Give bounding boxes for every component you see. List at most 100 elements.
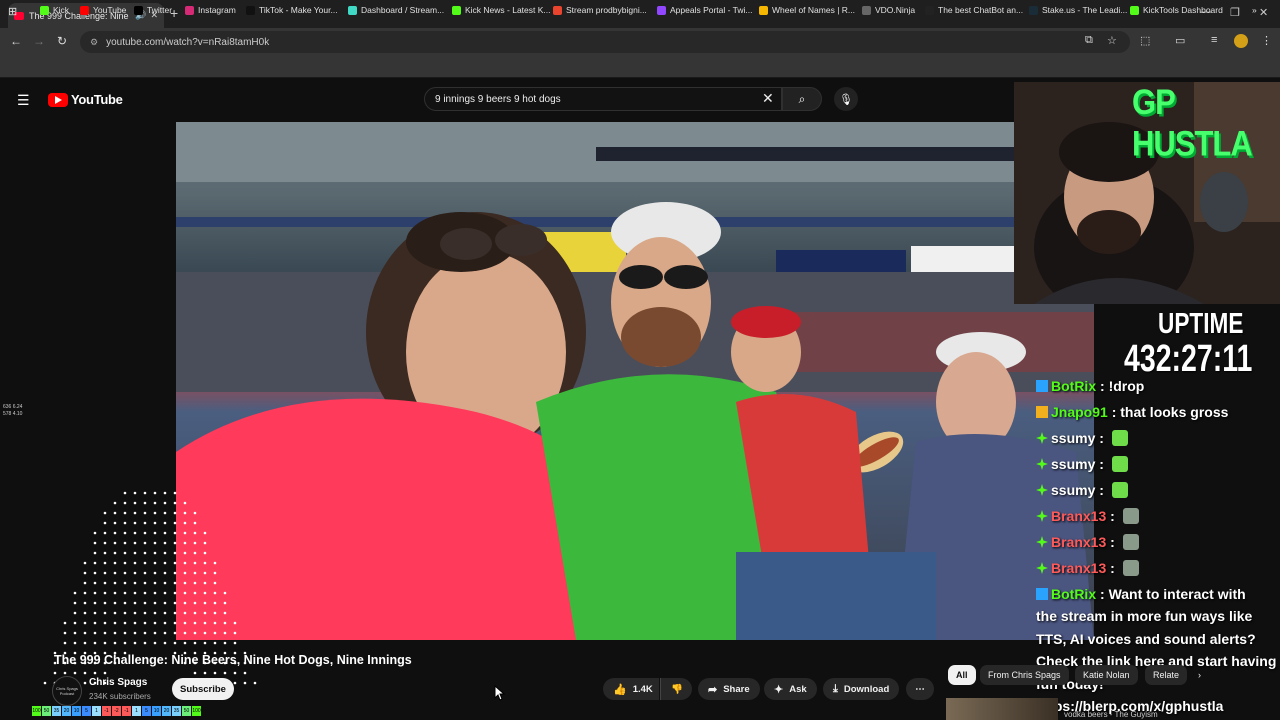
forward-icon[interactable]: →	[33, 34, 45, 48]
chat-badge-icon	[1036, 432, 1048, 444]
chat-badge-icon	[1036, 484, 1048, 496]
share-button[interactable]: ➦ Share	[698, 678, 760, 700]
channel-avatar[interactable]: Chris Spags Podcast	[52, 676, 82, 706]
chat-text: :	[1095, 456, 1108, 472]
address-input[interactable]: ⚙ youtube.com/watch?v=nRai8tamH0k	[80, 31, 1130, 53]
bookmark-item[interactable]: Kick	[40, 5, 69, 15]
related-video-title[interactable]: vodka beers - The Guyism	[1064, 710, 1158, 719]
bookmark-item[interactable]: VDO.Ninja	[862, 5, 915, 15]
bookmarks-overflow-icon[interactable]: »	[1252, 5, 1257, 15]
dot-mark	[63, 641, 67, 645]
dot-mark	[103, 571, 107, 575]
dot-mark	[213, 611, 217, 615]
dot-mark	[233, 681, 237, 685]
chat-text: :	[1095, 482, 1108, 498]
chat-text: :	[1095, 430, 1108, 446]
dot-mark	[163, 491, 167, 495]
subscribe-button[interactable]: Subscribe	[172, 678, 234, 700]
dot-mark	[123, 591, 127, 595]
bookmark-item[interactable]: YouTube	[80, 5, 126, 15]
voice-search-button[interactable]: 🎙	[834, 87, 858, 111]
youtube-logo[interactable]: YouTube	[48, 92, 123, 107]
cast-icon[interactable]: ▭	[1175, 34, 1185, 47]
bookmark-item[interactable]: Wheel of Names | R...	[759, 5, 855, 15]
dot-mark	[243, 671, 247, 675]
dot-mark	[143, 621, 147, 625]
bookmark-item[interactable]: Appeals Portal - Twi...	[657, 5, 753, 15]
dot-mark	[203, 641, 207, 645]
dot-mark	[133, 621, 137, 625]
apps-grid-icon[interactable]: ⊞	[8, 5, 17, 18]
related-video-thumbnail[interactable]	[946, 698, 1058, 720]
hamburger-menu-icon[interactable]: ☰	[17, 92, 30, 109]
dot-mark	[173, 561, 177, 565]
bookmark-label: YouTube	[93, 5, 127, 15]
bookmark-item[interactable]: KickTools Dashboard	[1130, 5, 1223, 15]
like-button[interactable]: 👍 1.4K	[603, 678, 659, 700]
media-icon[interactable]: ≡	[1211, 34, 1217, 46]
bookmark-item[interactable]: Instagram	[185, 5, 236, 15]
chat-badge-icon	[1036, 536, 1048, 548]
bookmark-item[interactable]: Stream prodbybigni...	[553, 5, 647, 15]
dot-mark	[133, 491, 137, 495]
channel-name[interactable]: Chris Spags	[89, 677, 147, 688]
dot-mark	[153, 521, 157, 525]
chip-from-channel[interactable]: From Chris Spags	[980, 665, 1069, 685]
dot-mark	[193, 671, 197, 675]
bookmark-item[interactable]: TikTok - Make Your...	[246, 5, 338, 15]
chip-katie-nolan[interactable]: Katie Nolan	[1075, 665, 1138, 685]
ask-button[interactable]: ✦ Ask	[764, 678, 817, 700]
dot-mark	[203, 621, 207, 625]
dot-mark	[113, 641, 117, 645]
dislike-button[interactable]: 👎	[660, 678, 692, 700]
install-icon[interactable]: ⧉	[1085, 34, 1093, 47]
dot-mark	[153, 641, 157, 645]
reload-icon[interactable]: ↻	[57, 34, 67, 48]
bookmark-item[interactable]: Dashboard / Stream...	[348, 5, 444, 15]
chip-related[interactable]: Relate	[1145, 665, 1188, 685]
bookmark-item[interactable]: Twitter	[134, 5, 172, 15]
dot-mark	[83, 631, 87, 635]
dot-mark	[183, 611, 187, 615]
counter-cell: 10	[72, 706, 81, 716]
extensions-icon[interactable]: ⬚	[1140, 34, 1150, 47]
bookmark-item[interactable]: Kick News - Latest K...	[452, 5, 551, 15]
video-player[interactable]	[176, 122, 1094, 640]
chips-next-icon[interactable]: ›	[1190, 665, 1209, 685]
bookmark-star-icon[interactable]: ☆	[1107, 34, 1117, 47]
dot-mark	[203, 591, 207, 595]
more-actions-button[interactable]: ⋯	[906, 678, 934, 700]
download-button[interactable]: ⤓ Download	[823, 678, 900, 700]
dot-mark	[193, 561, 197, 565]
dot-mark	[123, 511, 127, 515]
dot-mark	[173, 581, 177, 585]
more-menu-icon[interactable]: ⋮	[1261, 34, 1272, 47]
site-info-icon[interactable]: ⚙	[90, 37, 98, 48]
search-button[interactable]: ⌕	[782, 87, 822, 111]
close-window-icon[interactable]: ✕	[1259, 6, 1268, 19]
search-input[interactable]: 9 innings 9 beers 9 hot dogs	[424, 87, 782, 111]
bookmark-label: Wheel of Names | R...	[772, 5, 855, 15]
dot-mark	[133, 611, 137, 615]
dot-mark	[183, 571, 187, 575]
dot-mark	[163, 581, 167, 585]
bookmark-favicon-icon	[553, 5, 562, 15]
chip-all[interactable]: All	[948, 665, 976, 685]
bookmark-item[interactable]: The best ChatBot an...	[925, 5, 1023, 15]
clear-search-icon[interactable]: ✕	[762, 90, 774, 107]
bookmark-item[interactable]: Stake.us - The Leadi...	[1029, 5, 1127, 15]
dot-mark	[133, 521, 137, 525]
bookmark-favicon-icon	[80, 5, 89, 15]
chat-badge-icon	[1036, 406, 1048, 418]
dot-mark	[153, 501, 157, 505]
chat-username: ssumy	[1051, 430, 1096, 446]
counter-cell: 50	[42, 706, 51, 716]
dot-mark	[143, 551, 147, 555]
back-icon[interactable]: ←	[10, 34, 22, 48]
chat-text: :	[1106, 508, 1119, 524]
bookmark-favicon-icon	[40, 5, 49, 15]
dot-mark	[213, 581, 217, 585]
restore-icon[interactable]: ❐	[1230, 6, 1240, 19]
profile-avatar[interactable]	[1234, 34, 1248, 48]
dot-mark	[173, 641, 177, 645]
